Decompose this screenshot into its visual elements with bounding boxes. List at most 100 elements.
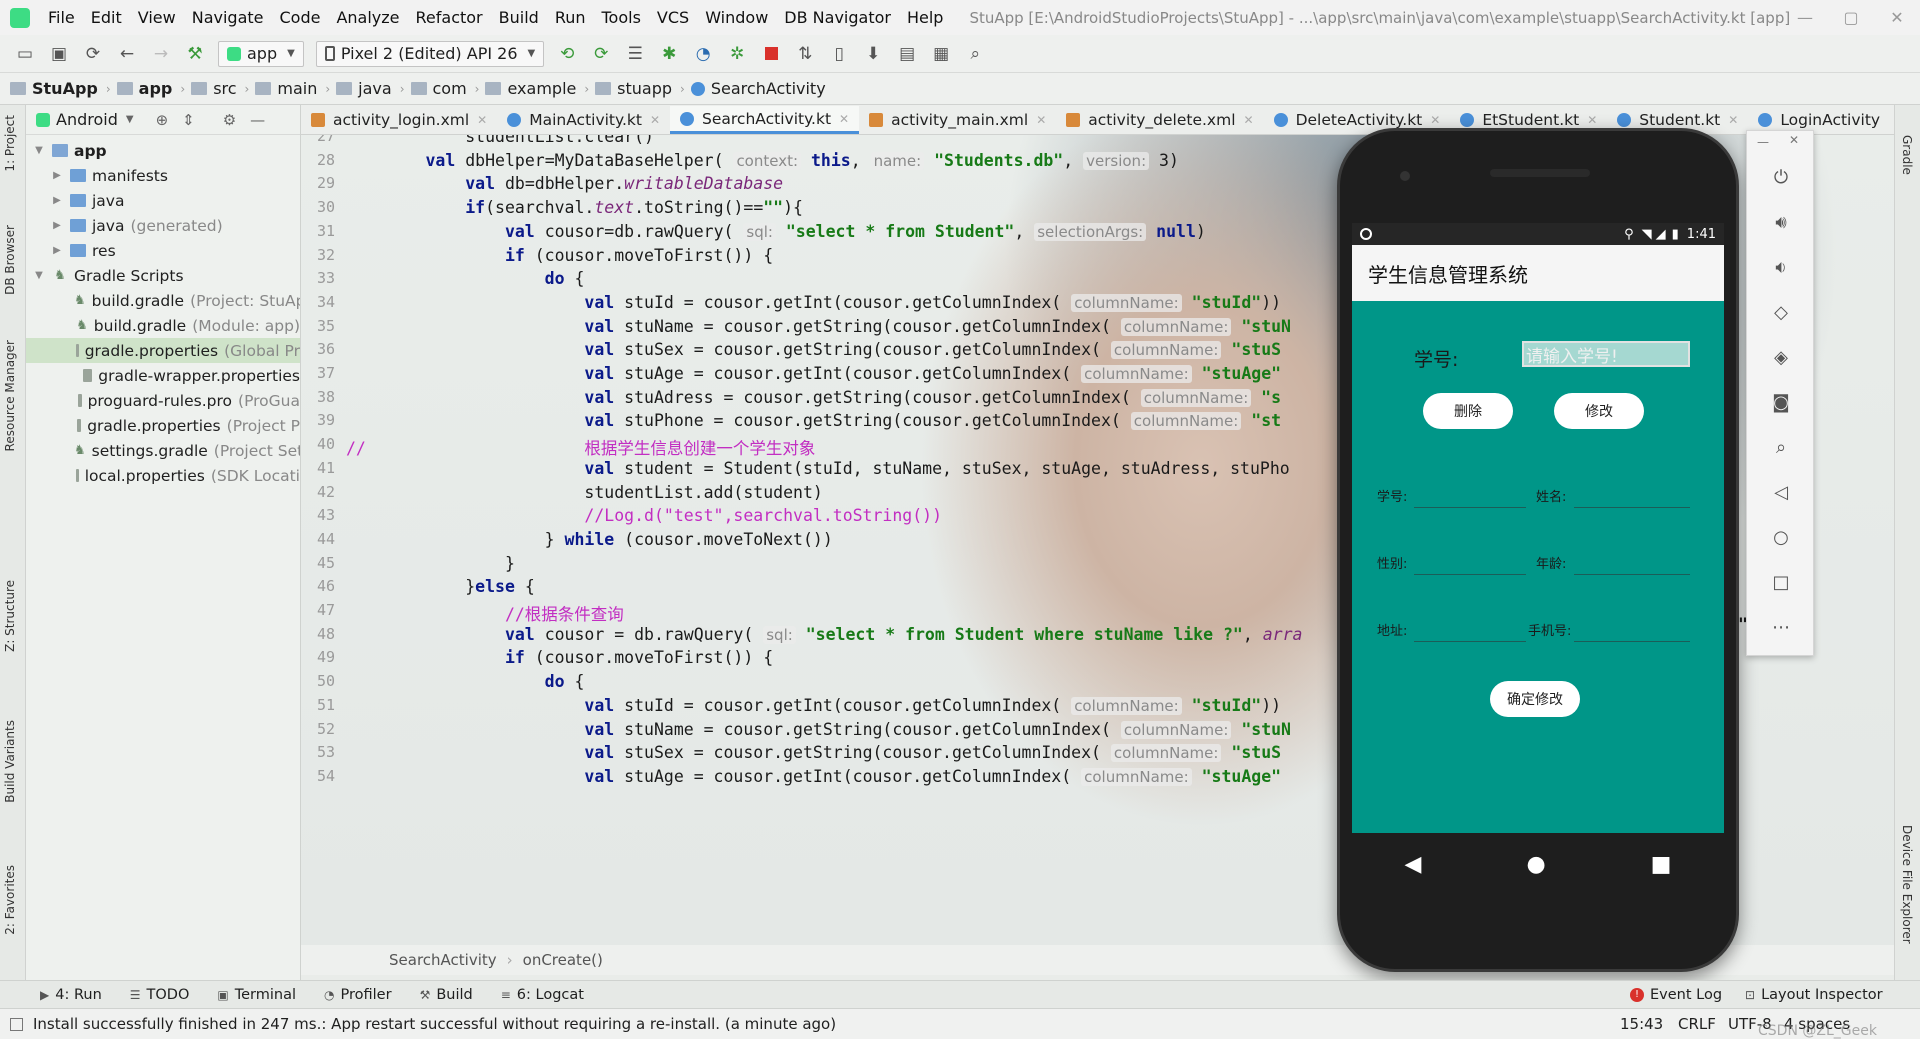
editor-tab[interactable]: activity_main.xml ✕: [859, 106, 1056, 134]
field-sex-input[interactable]: [1414, 574, 1526, 575]
back-arrow-icon[interactable]: ←: [113, 40, 141, 68]
avd-manager-icon[interactable]: ▯: [825, 40, 853, 68]
chevron-down-icon[interactable]: ▼: [32, 270, 46, 281]
tool-run[interactable]: ▶ 4: Run: [40, 987, 102, 1003]
field-phone-input[interactable]: [1574, 641, 1690, 642]
tool-gradle[interactable]: Gradle: [1900, 135, 1914, 175]
breadcrumb-item[interactable]: SearchActivity: [690, 79, 826, 98]
menu-run[interactable]: Run: [547, 8, 594, 27]
minimize-icon[interactable]: —: [1782, 0, 1828, 35]
menu-vcs[interactable]: VCS: [649, 8, 697, 27]
make-hammer-icon[interactable]: ⚒: [181, 40, 209, 68]
sdk-manager-icon[interactable]: ⬇: [859, 40, 887, 68]
rotate-left-icon[interactable]: ◇: [1767, 298, 1795, 326]
chevron-down-icon[interactable]: ▼: [32, 145, 46, 156]
nav-overview-icon[interactable]: ■: [1651, 852, 1672, 877]
gear-icon[interactable]: ⚙: [223, 111, 236, 129]
chevron-right-icon[interactable]: ▶: [50, 195, 64, 206]
forward-arrow-icon[interactable]: →: [147, 40, 175, 68]
maximize-icon[interactable]: ▢: [1828, 0, 1874, 35]
apply-changes-icon[interactable]: ⟲: [553, 40, 581, 68]
emulator-screen[interactable]: ⚲ ◥ ◢ ▮ 1:41 学生信息管理系统 学号: 请输入学号! 删除 修改 学…: [1352, 223, 1724, 833]
breadcrumb-item[interactable]: java ›: [336, 79, 405, 98]
save-icon[interactable]: ▣: [45, 40, 73, 68]
menu-navigate[interactable]: Navigate: [184, 8, 272, 27]
tab-close-icon[interactable]: ✕: [477, 113, 487, 127]
confirm-modify-button[interactable]: 确定修改: [1490, 681, 1580, 717]
tool-build[interactable]: ⚒ Build: [420, 987, 473, 1003]
chevron-right-icon[interactable]: ▶: [50, 245, 64, 256]
run-config-select[interactable]: app ▼: [218, 40, 304, 67]
stop-icon[interactable]: [757, 40, 785, 68]
tree-item[interactable]: proguard-rules.pro (ProGua: [26, 388, 300, 413]
apply-code-changes-icon[interactable]: ⟳: [587, 40, 615, 68]
open-folder-icon[interactable]: ▭: [11, 40, 39, 68]
device-select[interactable]: Pixel 2 (Edited) API 26 ▼: [315, 40, 545, 67]
tree-item[interactable]: gradle-wrapper.properties: [26, 363, 300, 388]
tool-event-log[interactable]: ! Event Log: [1630, 987, 1722, 1003]
menu-help[interactable]: Help: [899, 8, 951, 27]
overview-icon[interactable]: □: [1767, 568, 1795, 596]
collapse-icon[interactable]: ⇕: [182, 111, 195, 129]
tree-item[interactable]: ♞ build.gradle (Project: StuAp: [26, 288, 300, 313]
search-icon[interactable]: ⌕: [961, 40, 989, 68]
editor-tab[interactable]: activity_login.xml ✕: [301, 106, 497, 134]
breadcrumb-item[interactable]: StuApp ›: [10, 79, 111, 98]
tree-item[interactable]: ▶ manifests: [26, 163, 300, 188]
code-breadcrumb-class[interactable]: SearchActivity: [389, 951, 497, 969]
project-view-select[interactable]: Android: [56, 110, 118, 129]
menu-window[interactable]: Window: [697, 8, 776, 27]
tree-item[interactable]: ▶ res: [26, 238, 300, 263]
power-icon[interactable]: ⏻: [1767, 163, 1795, 191]
chevron-down-icon[interactable]: ▼: [126, 114, 134, 125]
debug-icon[interactable]: ✱: [655, 40, 683, 68]
close-icon[interactable]: ✕: [1874, 0, 1920, 35]
status-toggle-icon[interactable]: [10, 1017, 23, 1031]
breadcrumb-item[interactable]: main ›: [255, 79, 330, 98]
tool-project[interactable]: 1: Project: [3, 115, 17, 172]
zoom-icon[interactable]: ⌕: [1767, 433, 1795, 461]
volume-up-icon[interactable]: 🔊︎: [1767, 208, 1795, 236]
menu-analyze[interactable]: Analyze: [328, 8, 407, 27]
breadcrumb-item[interactable]: example ›: [485, 79, 589, 98]
rotate-right-icon[interactable]: ◈: [1767, 343, 1795, 371]
tab-close-icon[interactable]: ✕: [839, 112, 849, 126]
tool-favorites[interactable]: 2: Favorites: [3, 865, 17, 935]
tree-item[interactable]: gradle.properties (Project P: [26, 413, 300, 438]
project-structure-icon[interactable]: ▤: [893, 40, 921, 68]
menu-tools[interactable]: Tools: [594, 8, 649, 27]
back-icon[interactable]: ◁: [1767, 478, 1795, 506]
delete-button[interactable]: 删除: [1423, 393, 1513, 429]
tree-item[interactable]: ▶ java (generated): [26, 213, 300, 238]
tool-build-variants[interactable]: Build Variants: [3, 720, 17, 803]
locate-icon[interactable]: ⊕: [156, 111, 169, 129]
field-name-input[interactable]: [1574, 507, 1690, 508]
tool-terminal[interactable]: ▣ Terminal: [217, 987, 296, 1003]
home-icon[interactable]: ○: [1767, 523, 1795, 551]
tab-close-icon[interactable]: ✕: [650, 113, 660, 127]
tab-close-icon[interactable]: ✕: [1430, 113, 1440, 127]
menu-refactor[interactable]: Refactor: [408, 8, 491, 27]
caret-position[interactable]: 15:43: [1620, 1015, 1663, 1033]
tab-close-icon[interactable]: ✕: [1036, 113, 1046, 127]
line-separator[interactable]: CRLF: [1678, 1015, 1716, 1033]
tab-close-icon[interactable]: ✕: [1728, 113, 1738, 127]
breadcrumb-item[interactable]: src ›: [191, 79, 249, 98]
tool-device-file-explorer[interactable]: Device File Explorer: [1900, 825, 1914, 944]
menu-file[interactable]: File: [40, 8, 83, 27]
tree-item[interactable]: gradle.properties (Global Pr: [26, 338, 300, 363]
tab-close-icon[interactable]: ✕: [1244, 113, 1254, 127]
menu-code[interactable]: Code: [272, 8, 329, 27]
tree-item[interactable]: local.properties (SDK Locati: [26, 463, 300, 488]
attach-debugger-icon[interactable]: ✲: [723, 40, 751, 68]
tree-item[interactable]: ♞ build.gradle (Module: app): [26, 313, 300, 338]
chevron-right-icon[interactable]: ▶: [50, 170, 64, 181]
menu-db-navigator[interactable]: DB Navigator: [776, 8, 899, 27]
breadcrumb-item[interactable]: com ›: [410, 79, 479, 98]
modify-button[interactable]: 修改: [1554, 393, 1644, 429]
camera-icon[interactable]: ◙: [1767, 388, 1795, 416]
editor-tab[interactable]: SearchActivity.kt ✕: [670, 106, 860, 134]
tool-structure[interactable]: Z: Structure: [3, 580, 17, 652]
breadcrumb-item[interactable]: app ›: [116, 79, 185, 98]
emu-minimize-icon[interactable]: —: [1757, 135, 1769, 149]
